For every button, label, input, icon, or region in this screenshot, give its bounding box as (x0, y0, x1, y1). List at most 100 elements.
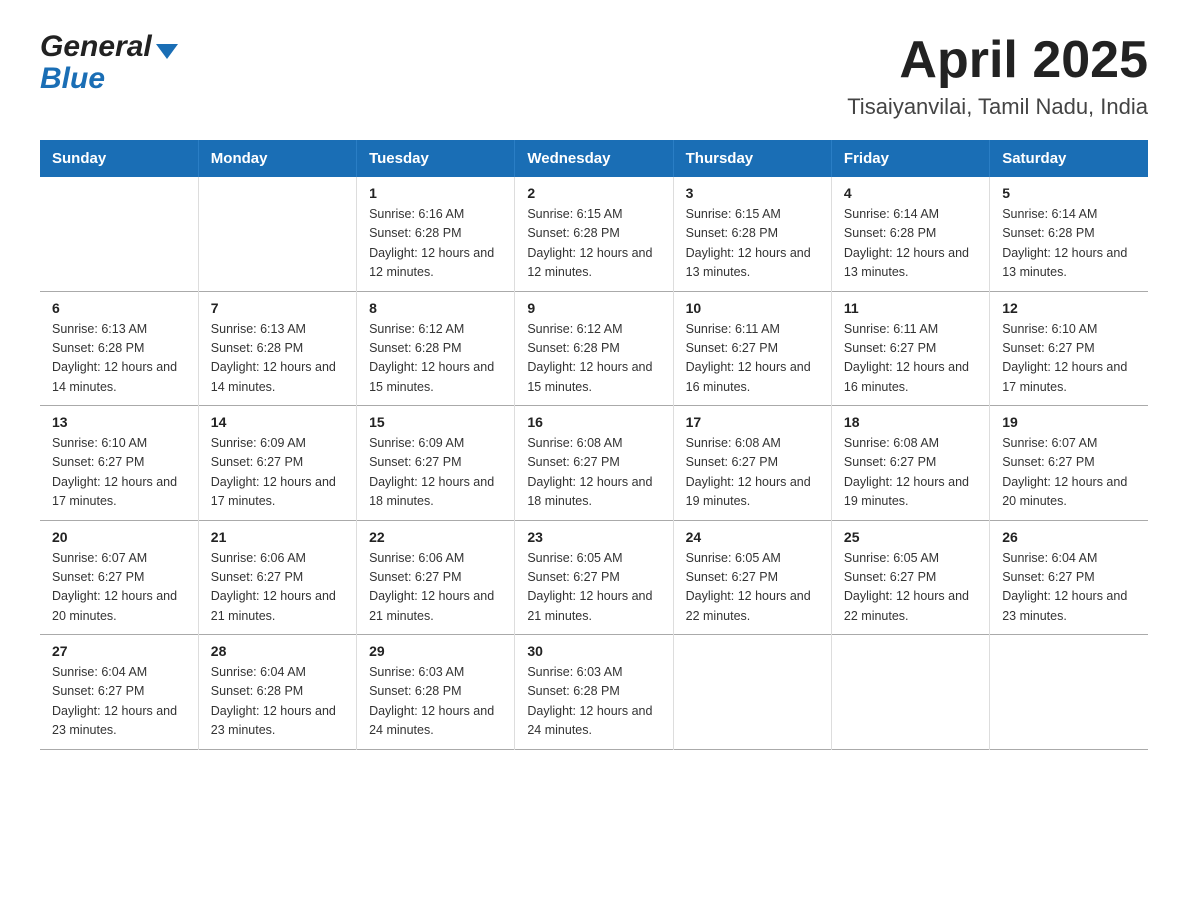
calendar-week-row: 13 Sunrise: 6:10 AMSunset: 6:27 PMDayligh… (40, 406, 1148, 521)
day-number: 26 (1002, 529, 1136, 545)
calendar-cell: 18Sunrise: 6:08 AMSunset: 6:27 PMDayligh… (831, 406, 989, 521)
day-number: 7 (211, 300, 344, 316)
day-info: Sunrise: 6:12 AMSunset: 6:28 PMDaylight:… (527, 320, 660, 398)
day-info: Sunrise: 6:14 AMSunset: 6:28 PMDaylight:… (844, 205, 977, 283)
header-thursday: Thursday (673, 140, 831, 177)
logo-general-text: General (40, 30, 152, 64)
day-number: 21 (211, 529, 344, 545)
calendar-cell (990, 635, 1148, 750)
day-number: 16 (527, 414, 660, 430)
logo-blue-text: Blue (40, 62, 105, 96)
calendar-cell: 29Sunrise: 6:03 AMSunset: 6:28 PMDayligh… (357, 635, 515, 750)
calendar-cell: 24 Sunrise: 6:05 AMSunset: 6:27 PMDayligh… (673, 520, 831, 635)
day-number: 30 (527, 643, 660, 659)
calendar-week-row: 27 Sunrise: 6:04 AMSunset: 6:27 PMDayligh… (40, 635, 1148, 750)
day-number: 14 (211, 414, 344, 430)
page-title: April 2025 (847, 30, 1148, 90)
day-info: Sunrise: 6:03 AMSunset: 6:28 PMDaylight:… (369, 663, 502, 741)
day-number: 28 (211, 643, 344, 659)
header-sunday: Sunday (40, 140, 198, 177)
day-info: Sunrise: 6:11 AMSunset: 6:27 PMDaylight:… (844, 320, 977, 398)
calendar-week-row: 20Sunrise: 6:07 AMSunset: 6:27 PMDayligh… (40, 520, 1148, 635)
day-info: Sunrise: 6:15 AMSunset: 6:28 PMDaylight:… (527, 205, 660, 283)
day-info: Sunrise: 6:09 AMSunset: 6:27 PMDaylight:… (211, 434, 344, 512)
day-info: Sunrise: 6:06 AMSunset: 6:27 PMDaylight:… (211, 549, 344, 627)
day-info: Sunrise: 6:13 AMSunset: 6:28 PMDaylight:… (52, 320, 186, 398)
calendar-cell: 1 Sunrise: 6:16 AMSunset: 6:28 PMDaylight… (357, 177, 515, 291)
calendar-cell: 8 Sunrise: 6:12 AMSunset: 6:28 PMDaylight… (357, 291, 515, 406)
calendar-cell: 21 Sunrise: 6:06 AMSunset: 6:27 PMDayligh… (198, 520, 356, 635)
calendar-cell: 12 Sunrise: 6:10 AMSunset: 6:27 PMDayligh… (990, 291, 1148, 406)
day-info: Sunrise: 6:16 AMSunset: 6:28 PMDaylight:… (369, 205, 502, 283)
day-number: 24 (686, 529, 819, 545)
day-number: 15 (369, 414, 502, 430)
day-info: Sunrise: 6:08 AMSunset: 6:27 PMDaylight:… (844, 434, 977, 512)
day-number: 2 (527, 185, 660, 201)
calendar-cell: 23Sunrise: 6:05 AMSunset: 6:27 PMDayligh… (515, 520, 673, 635)
day-info: Sunrise: 6:12 AMSunset: 6:28 PMDaylight:… (369, 320, 502, 398)
header-monday: Monday (198, 140, 356, 177)
day-number: 22 (369, 529, 502, 545)
day-info: Sunrise: 6:10 AMSunset: 6:27 PMDaylight:… (1002, 320, 1136, 398)
day-number: 8 (369, 300, 502, 316)
calendar-cell: 19 Sunrise: 6:07 AMSunset: 6:27 PMDayligh… (990, 406, 1148, 521)
day-number: 19 (1002, 414, 1136, 430)
calendar-cell (673, 635, 831, 750)
day-number: 27 (52, 643, 186, 659)
day-number: 5 (1002, 185, 1136, 201)
day-info: Sunrise: 6:08 AMSunset: 6:27 PMDaylight:… (686, 434, 819, 512)
logo-arrow-icon (156, 44, 178, 59)
calendar-cell: 17 Sunrise: 6:08 AMSunset: 6:27 PMDayligh… (673, 406, 831, 521)
calendar-header-row: SundayMondayTuesdayWednesdayThursdayFrid… (40, 140, 1148, 177)
day-info: Sunrise: 6:04 AMSunset: 6:27 PMDaylight:… (52, 663, 186, 741)
day-info: Sunrise: 6:13 AMSunset: 6:28 PMDaylight:… (211, 320, 344, 398)
calendar-cell: 10 Sunrise: 6:11 AMSunset: 6:27 PMDayligh… (673, 291, 831, 406)
day-number: 1 (369, 185, 502, 201)
calendar-cell (40, 177, 198, 291)
day-number: 4 (844, 185, 977, 201)
calendar-table: SundayMondayTuesdayWednesdayThursdayFrid… (40, 140, 1148, 750)
day-info: Sunrise: 6:05 AMSunset: 6:27 PMDaylight:… (844, 549, 977, 627)
day-info: Sunrise: 6:04 AMSunset: 6:27 PMDaylight:… (1002, 549, 1136, 627)
calendar-cell: 3 Sunrise: 6:15 AMSunset: 6:28 PMDaylight… (673, 177, 831, 291)
day-info: Sunrise: 6:07 AMSunset: 6:27 PMDaylight:… (1002, 434, 1136, 512)
calendar-cell (198, 177, 356, 291)
header-tuesday: Tuesday (357, 140, 515, 177)
day-info: Sunrise: 6:15 AMSunset: 6:28 PMDaylight:… (686, 205, 819, 283)
calendar-cell: 20Sunrise: 6:07 AMSunset: 6:27 PMDayligh… (40, 520, 198, 635)
day-number: 10 (686, 300, 819, 316)
day-number: 12 (1002, 300, 1136, 316)
day-number: 20 (52, 529, 186, 545)
day-number: 6 (52, 300, 186, 316)
day-info: Sunrise: 6:05 AMSunset: 6:27 PMDaylight:… (686, 549, 819, 627)
day-info: Sunrise: 6:11 AMSunset: 6:27 PMDaylight:… (686, 320, 819, 398)
day-info: Sunrise: 6:04 AMSunset: 6:28 PMDaylight:… (211, 663, 344, 741)
calendar-cell: 9 Sunrise: 6:12 AMSunset: 6:28 PMDaylight… (515, 291, 673, 406)
title-block: April 2025 Tisaiyanvilai, Tamil Nadu, In… (847, 30, 1148, 120)
calendar-cell: 16Sunrise: 6:08 AMSunset: 6:27 PMDayligh… (515, 406, 673, 521)
calendar-cell: 13 Sunrise: 6:10 AMSunset: 6:27 PMDayligh… (40, 406, 198, 521)
day-number: 9 (527, 300, 660, 316)
calendar-cell: 30 Sunrise: 6:03 AMSunset: 6:28 PMDayligh… (515, 635, 673, 750)
day-info: Sunrise: 6:05 AMSunset: 6:27 PMDaylight:… (527, 549, 660, 627)
header-wednesday: Wednesday (515, 140, 673, 177)
logo: General Blue (40, 30, 178, 96)
day-number: 13 (52, 414, 186, 430)
day-number: 17 (686, 414, 819, 430)
calendar-cell (831, 635, 989, 750)
calendar-cell: 11Sunrise: 6:11 AMSunset: 6:27 PMDayligh… (831, 291, 989, 406)
calendar-cell: 5Sunrise: 6:14 AMSunset: 6:28 PMDaylight… (990, 177, 1148, 291)
calendar-cell: 28 Sunrise: 6:04 AMSunset: 6:28 PMDayligh… (198, 635, 356, 750)
calendar-cell: 27 Sunrise: 6:04 AMSunset: 6:27 PMDayligh… (40, 635, 198, 750)
header-saturday: Saturday (990, 140, 1148, 177)
day-number: 25 (844, 529, 977, 545)
page-header: General Blue April 2025 Tisaiyanvilai, T… (40, 30, 1148, 120)
calendar-cell: 14 Sunrise: 6:09 AMSunset: 6:27 PMDayligh… (198, 406, 356, 521)
calendar-cell: 22Sunrise: 6:06 AMSunset: 6:27 PMDayligh… (357, 520, 515, 635)
calendar-week-row: 6 Sunrise: 6:13 AMSunset: 6:28 PMDaylight… (40, 291, 1148, 406)
calendar-cell: 2 Sunrise: 6:15 AMSunset: 6:28 PMDaylight… (515, 177, 673, 291)
day-info: Sunrise: 6:10 AMSunset: 6:27 PMDaylight:… (52, 434, 186, 512)
day-number: 3 (686, 185, 819, 201)
day-info: Sunrise: 6:09 AMSunset: 6:27 PMDaylight:… (369, 434, 502, 512)
day-info: Sunrise: 6:03 AMSunset: 6:28 PMDaylight:… (527, 663, 660, 741)
